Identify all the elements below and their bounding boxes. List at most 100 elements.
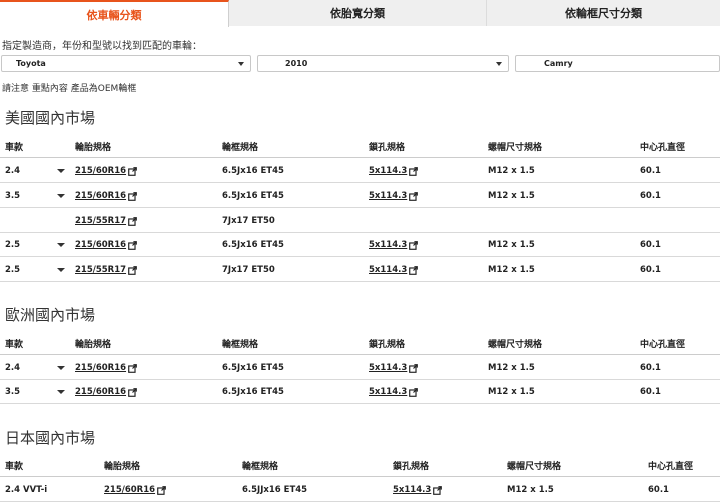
table-cell: 5x114.3 xyxy=(369,380,419,404)
column-header: 車款 xyxy=(5,461,24,472)
bolt-pattern-link[interactable]: 5x114.3 xyxy=(369,265,419,275)
model-select-value: Camry xyxy=(544,59,573,68)
table-row: 2.4 215/60R16 6.5Jx16 ET45 5x114.3 M12 x 1.5… xyxy=(0,356,720,380)
external-link-icon xyxy=(409,387,419,397)
column-header: 螺帽尺寸規格 xyxy=(488,142,543,153)
caret-down-icon xyxy=(57,243,65,247)
bolt-pattern-link[interactable]: 5x114.3 xyxy=(369,166,419,176)
tire-size-text: 215/60R16 xyxy=(75,387,127,397)
column-header: 輪框規格 xyxy=(222,339,259,350)
caret-down-icon xyxy=(57,268,65,272)
table-row: 2.4 VVT-i 215/60R16 6.5JJx16 ET45 5x114.3 M1… xyxy=(0,478,720,502)
external-link-icon xyxy=(409,363,419,373)
note-prefix: 請注意 xyxy=(2,84,30,94)
external-link-icon xyxy=(128,387,137,397)
row-expand-toggle[interactable] xyxy=(57,159,65,183)
table-cell: 215/60R16 xyxy=(75,184,137,208)
external-link-icon xyxy=(128,240,137,250)
tire-size-link[interactable]: 215/60R16 xyxy=(75,191,137,201)
table-cell: 3.5 xyxy=(5,387,21,397)
column-header: 輪框規格 xyxy=(242,461,279,472)
table-row: 2.5 215/60R16 6.5Jx16 ET45 5x114.3 M12 x 1.5… xyxy=(0,233,720,257)
table-cell: 6.5Jx16 ET45 xyxy=(222,166,284,176)
column-header: 螺帽尺寸規格 xyxy=(488,339,543,350)
note-emphasis: 重點內容 xyxy=(31,84,68,94)
table-cell: 60.1 xyxy=(640,387,661,397)
caret-down-icon xyxy=(57,194,65,198)
note-suffix: 產品為OEM輪框 xyxy=(70,84,137,94)
year-select[interactable]: 2010 xyxy=(257,55,509,72)
table-cell: M12 x 1.5 xyxy=(488,387,535,397)
tire-size-text: 215/60R16 xyxy=(75,166,127,176)
column-header: 螺帽尺寸規格 xyxy=(507,461,562,472)
external-link-icon xyxy=(128,191,137,201)
model-select[interactable]: Camry xyxy=(515,55,720,72)
oem-note: 請注意 重點內容 產品為OEM輪框 xyxy=(2,81,136,94)
chevron-down-icon xyxy=(238,62,244,66)
table-cell: 2.4 xyxy=(5,166,21,176)
tire-size-text: 215/60R16 xyxy=(75,240,127,250)
table-cell: M12 x 1.5 xyxy=(488,166,535,176)
column-header: 鎖孔規格 xyxy=(369,142,406,153)
tire-size-link[interactable]: 215/60R16 xyxy=(75,166,137,176)
bolt-pattern-link[interactable]: 5x114.3 xyxy=(369,191,419,201)
tire-size-link[interactable]: 215/55R17 xyxy=(75,265,137,275)
column-header: 鎖孔規格 xyxy=(393,461,430,472)
caret-down-icon xyxy=(57,390,65,394)
table-row: 215/55R17 7Jx17 ET50 xyxy=(0,209,720,233)
row-expand-toggle[interactable] xyxy=(57,233,65,257)
tire-size-link[interactable]: 215/55R17 xyxy=(75,216,137,226)
table-cell: 2.5 xyxy=(5,265,21,275)
table-cell: 5x114.3 xyxy=(393,478,443,502)
table-cell: 5x114.3 xyxy=(369,258,419,282)
table-cell: M12 x 1.5 xyxy=(488,363,535,373)
table-cell: 5x114.3 xyxy=(369,184,419,208)
table-cell: M12 x 1.5 xyxy=(488,191,535,201)
external-link-icon xyxy=(409,265,419,275)
bolt-pattern-link[interactable]: 5x114.3 xyxy=(393,485,443,495)
table-cell: 5x114.3 xyxy=(369,356,419,380)
make-select[interactable]: Toyota xyxy=(1,55,251,72)
tire-size-link[interactable]: 215/60R16 xyxy=(104,485,166,495)
bolt-pattern-link[interactable]: 5x114.3 xyxy=(369,240,419,250)
tire-size-text: 215/60R16 xyxy=(75,363,127,373)
year-select-value: 2010 xyxy=(285,59,308,68)
tire-size-link[interactable]: 215/60R16 xyxy=(75,240,137,250)
table-cell: 60.1 xyxy=(640,265,661,275)
external-link-icon xyxy=(128,363,137,373)
row-expand-toggle[interactable] xyxy=(57,258,65,282)
column-header: 車款 xyxy=(5,142,24,153)
table-row: 2.4 215/60R16 6.5Jx16 ET45 5x114.3 M12 x 1.5… xyxy=(0,159,720,183)
tab-bar: 依車輛分類 依胎寬分類 依輪框尺寸分類 xyxy=(0,0,720,27)
tab-by-tire-width[interactable]: 依胎寬分類 xyxy=(229,0,487,26)
tab-by-rim-size[interactable]: 依輪框尺寸分類 xyxy=(487,0,720,26)
section-title: 歐洲國內市場 xyxy=(5,306,96,324)
table-cell: 2.4 VVT-i xyxy=(5,485,48,495)
table-cell: 6.5Jx16 ET45 xyxy=(222,240,284,250)
column-header: 中心孔直徑 xyxy=(640,339,686,350)
bolt-pattern-link[interactable]: 5x114.3 xyxy=(369,387,419,397)
bolt-pattern-text: 5x114.3 xyxy=(369,166,408,176)
table-cell: 2.5 xyxy=(5,240,21,250)
table-cell: 6.5Jx16 ET45 xyxy=(222,191,284,201)
table-cell: M12 x 1.5 xyxy=(488,265,535,275)
column-header: 中心孔直徑 xyxy=(648,461,694,472)
caret-down-icon xyxy=(57,169,65,173)
external-link-icon xyxy=(157,485,166,495)
table-cell: 215/60R16 xyxy=(75,356,137,380)
row-expand-toggle[interactable] xyxy=(57,380,65,404)
bolt-pattern-link[interactable]: 5x114.3 xyxy=(369,363,419,373)
tire-size-link[interactable]: 215/60R16 xyxy=(75,363,137,373)
external-link-icon xyxy=(433,485,443,495)
table-cell: 7Jx17 ET50 xyxy=(222,265,275,275)
bolt-pattern-text: 5x114.3 xyxy=(369,240,408,250)
table-cell: 5x114.3 xyxy=(369,159,419,183)
table-row: 2.5 215/55R17 7Jx17 ET50 5x114.3 M12 x 1.5 60… xyxy=(0,258,720,282)
table-cell: 3.5 xyxy=(5,191,21,201)
row-expand-toggle[interactable] xyxy=(57,356,65,380)
external-link-icon xyxy=(409,191,419,201)
tire-size-link[interactable]: 215/60R16 xyxy=(75,387,137,397)
tab-by-vehicle[interactable]: 依車輛分類 xyxy=(0,0,229,27)
external-link-icon xyxy=(128,216,137,226)
row-expand-toggle[interactable] xyxy=(57,184,65,208)
